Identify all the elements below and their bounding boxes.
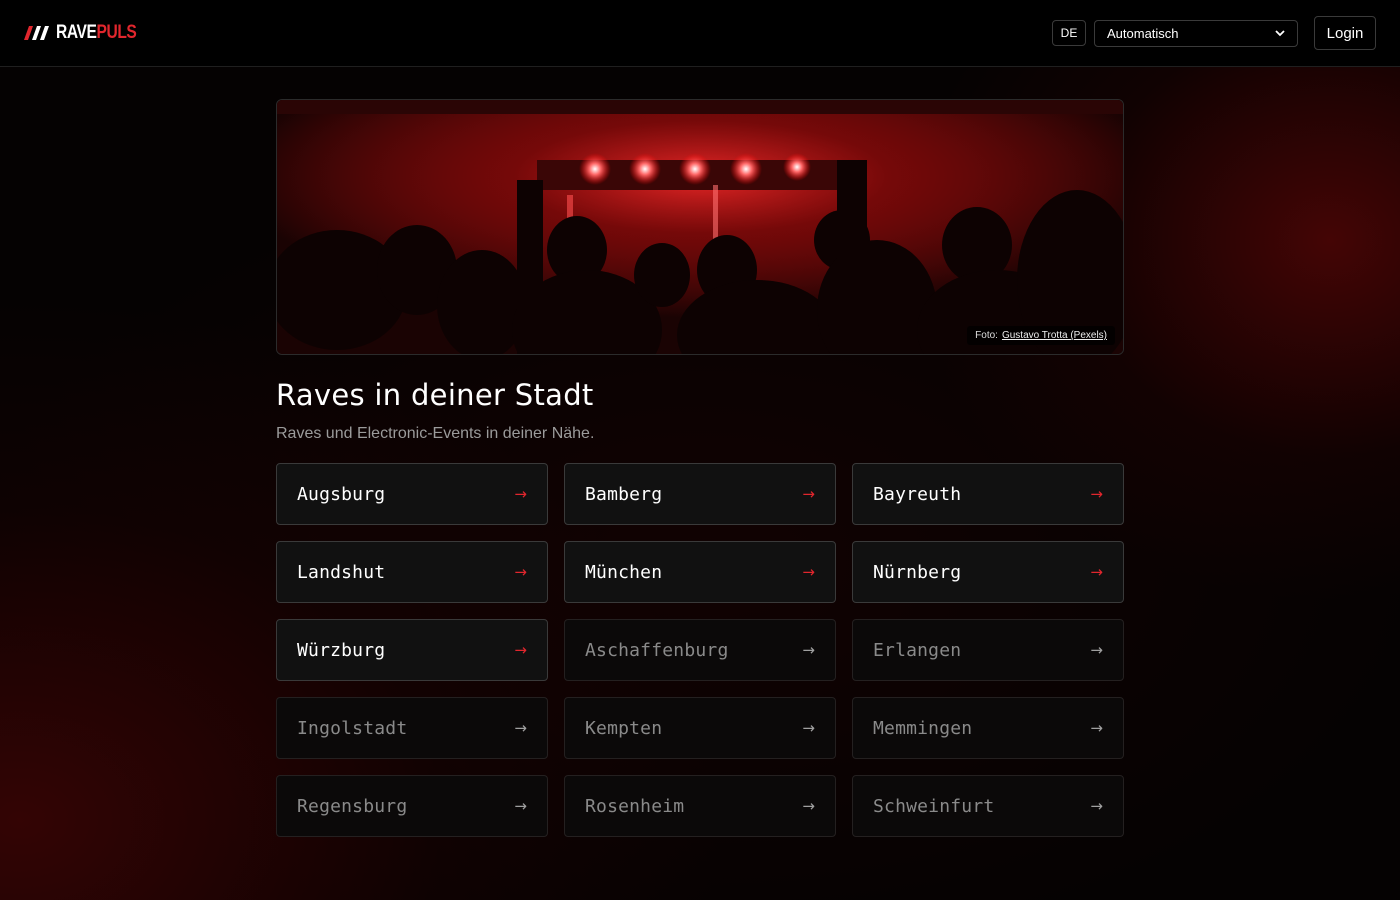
language-button[interactable]: DE: [1052, 20, 1086, 46]
arrow-right-icon: →: [802, 485, 815, 503]
city-name: Landshut: [297, 561, 386, 583]
city-name: Aschaffenburg: [585, 639, 729, 661]
city-card-schweinfurt[interactable]: Schweinfurt →: [852, 775, 1124, 837]
city-card-kempten[interactable]: Kempten →: [564, 697, 836, 759]
city-name: Augsburg: [297, 483, 386, 505]
hero-image: Foto: Gustavo Trotta (Pexels): [276, 99, 1124, 355]
city-card-memmingen[interactable]: Memmingen →: [852, 697, 1124, 759]
city-name: Regensburg: [297, 795, 408, 817]
city-card-regensburg[interactable]: Regensburg →: [276, 775, 548, 837]
arrow-right-icon: →: [802, 797, 815, 815]
arrow-right-icon: →: [514, 797, 527, 815]
chevron-down-icon: [1275, 30, 1285, 37]
city-name: Schweinfurt: [873, 795, 995, 817]
city-grid: Augsburg → Bamberg → Bayreuth → Landshut → Münch…: [276, 463, 1124, 837]
login-button[interactable]: Login: [1314, 16, 1376, 50]
theme-select[interactable]: Automatisch: [1094, 20, 1298, 47]
logo-wordmark: RAVEPULS: [56, 22, 137, 43]
arrow-right-icon: →: [802, 719, 815, 737]
photo-credit-prefix: Foto:: [975, 330, 998, 341]
city-card-ingolstadt[interactable]: Ingolstadt →: [276, 697, 548, 759]
theme-select-value: Automatisch: [1107, 26, 1179, 41]
photo-credit-link[interactable]: Gustavo Trotta (Pexels): [1002, 330, 1107, 341]
page-title: Raves in deiner Stadt: [276, 378, 594, 412]
arrow-right-icon: →: [802, 641, 815, 659]
city-card-nürnberg[interactable]: Nürnberg →: [852, 541, 1124, 603]
city-name: Nürnberg: [873, 561, 962, 583]
arrow-right-icon: →: [514, 641, 527, 659]
logo-slashes-icon: [24, 26, 49, 40]
city-name: München: [585, 561, 663, 583]
city-name: Rosenheim: [585, 795, 685, 817]
city-name: Bayreuth: [873, 483, 962, 505]
city-card-würzburg[interactable]: Würzburg →: [276, 619, 548, 681]
city-card-landshut[interactable]: Landshut →: [276, 541, 548, 603]
top-navigation-bar: RAVEPULS DE Automatisch Login: [0, 0, 1400, 67]
city-card-bamberg[interactable]: Bamberg →: [564, 463, 836, 525]
arrow-right-icon: →: [802, 563, 815, 581]
arrow-right-icon: →: [514, 485, 527, 503]
rave-crowd-photo: [277, 100, 1123, 354]
city-card-augsburg[interactable]: Augsburg →: [276, 463, 548, 525]
arrow-right-icon: →: [1090, 563, 1103, 581]
page-subtitle: Raves und Electronic-Events in deiner Nä…: [276, 425, 595, 442]
city-card-bayreuth[interactable]: Bayreuth →: [852, 463, 1124, 525]
city-name: Würzburg: [297, 639, 386, 661]
raveplus-logo[interactable]: RAVEPULS: [24, 20, 154, 46]
arrow-right-icon: →: [514, 719, 527, 737]
city-name: Ingolstadt: [297, 717, 408, 739]
city-card-aschaffenburg[interactable]: Aschaffenburg →: [564, 619, 836, 681]
photo-credit: Foto: Gustavo Trotta (Pexels): [967, 326, 1115, 345]
arrow-right-icon: →: [1090, 719, 1103, 737]
city-card-münchen[interactable]: München →: [564, 541, 836, 603]
arrow-right-icon: →: [1090, 485, 1103, 503]
arrow-right-icon: →: [514, 563, 527, 581]
city-card-rosenheim[interactable]: Rosenheim →: [564, 775, 836, 837]
arrow-right-icon: →: [1090, 641, 1103, 659]
city-name: Memmingen: [873, 717, 973, 739]
city-name: Kempten: [585, 717, 663, 739]
city-name: Erlangen: [873, 639, 962, 661]
arrow-right-icon: →: [1090, 797, 1103, 815]
city-name: Bamberg: [585, 483, 663, 505]
city-card-erlangen[interactable]: Erlangen →: [852, 619, 1124, 681]
